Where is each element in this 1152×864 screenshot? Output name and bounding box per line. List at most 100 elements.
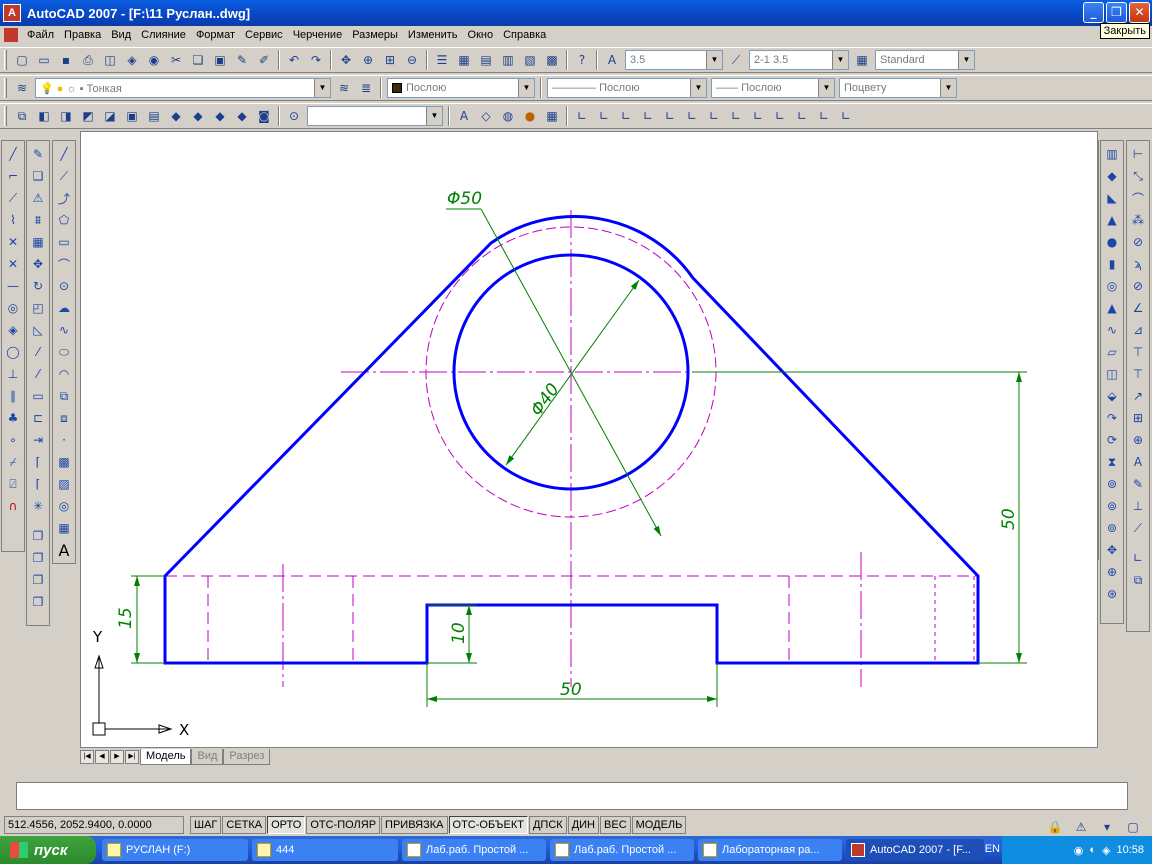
ucs-3point-icon[interactable]: ∟ — [747, 105, 769, 127]
markup-icon[interactable]: ▧ — [519, 49, 541, 71]
tool-palette-icon[interactable]: ▤ — [475, 49, 497, 71]
dim-style-icon[interactable]: ⟋ — [725, 49, 747, 71]
menu-window[interactable]: Окно — [463, 29, 499, 41]
polyline-icon[interactable]: ⌇ — [2, 209, 24, 231]
wedge-icon[interactable]: ◣ — [1101, 187, 1123, 209]
ray-icon[interactable]: ⌐ — [2, 165, 24, 187]
lock-icon[interactable]: 🔒 — [1044, 816, 1066, 838]
dim-radius-icon[interactable]: ⊘ — [1127, 231, 1149, 253]
dim-jogged-icon[interactable]: ϡ — [1127, 253, 1149, 275]
minimize-button[interactable]: _ — [1083, 2, 1104, 23]
extend-icon[interactable]: ⁄ — [27, 363, 49, 385]
menu-dimension[interactable]: Размеры — [347, 29, 403, 41]
gradient-icon[interactable]: ▨ — [53, 473, 75, 495]
tolerance-icon[interactable]: ⊞ — [1127, 407, 1149, 429]
insert-icon[interactable]: ♣ — [2, 407, 24, 429]
redo-icon[interactable]: ↷ — [305, 49, 327, 71]
3drotate-icon[interactable]: ⊕ — [1101, 561, 1123, 583]
dim-style2-icon[interactable]: ⟋ — [1127, 517, 1149, 539]
union2-icon[interactable]: ⊚ — [1101, 473, 1123, 495]
next-tab-button[interactable]: ▶ — [110, 749, 124, 764]
torus-icon[interactable]: ◎ — [1101, 275, 1123, 297]
dim-aligned-icon[interactable]: ⤡ — [1127, 165, 1149, 187]
ucs-small2-icon[interactable]: ⧉ — [1127, 569, 1149, 591]
otrack-toggle[interactable]: ОТС-ОБЪЕКТ — [448, 816, 528, 834]
ucs-origin-icon[interactable]: ∟ — [703, 105, 725, 127]
node-icon[interactable]: ∘ — [2, 429, 24, 451]
command-line[interactable] — [16, 782, 1128, 810]
properties-icon[interactable]: ☰ — [431, 49, 453, 71]
menu-format[interactable]: Формат — [191, 29, 240, 41]
dim-ordinate-icon[interactable]: ⁂ — [1127, 209, 1149, 231]
3dalign-icon[interactable]: ⊛ — [1101, 583, 1123, 605]
toolbar-grip[interactable] — [4, 106, 7, 126]
menu-file[interactable]: Файл — [22, 29, 59, 41]
model-toggle[interactable]: МОДЕЛЬ — [631, 816, 687, 834]
se-iso-icon[interactable]: ◆ — [187, 105, 209, 127]
circle-snap-icon[interactable]: ◎ — [2, 297, 24, 319]
sheet-set-icon[interactable]: ▥ — [497, 49, 519, 71]
osnap-settings-icon[interactable]: ∩ — [2, 495, 24, 517]
trim-icon[interactable]: ⁄ — [27, 341, 49, 363]
cylinder-icon[interactable]: ▮ — [1101, 253, 1123, 275]
tab-view[interactable]: Вид — [191, 748, 224, 765]
ucs-y-icon[interactable]: ∟ — [791, 105, 813, 127]
box-3d-icon[interactable]: ◇ — [475, 105, 497, 127]
polysolid-icon[interactable]: ▥ — [1101, 143, 1123, 165]
camera-icon[interactable]: ◙ — [253, 105, 275, 127]
table-icon[interactable]: ▦ — [53, 517, 75, 539]
make-block-icon[interactable]: ⧈ — [53, 407, 75, 429]
tangent-icon[interactable]: ◈ — [2, 319, 24, 341]
dim-angular-icon[interactable]: ∠ — [1127, 297, 1149, 319]
intersect-icon[interactable]: ✕ — [2, 253, 24, 275]
back-view-icon[interactable]: ▤ — [143, 105, 165, 127]
save-icon[interactable]: ▪ — [55, 49, 77, 71]
loft-icon[interactable]: ⧗ — [1101, 451, 1123, 473]
pan-icon[interactable]: ✥ — [335, 49, 357, 71]
zoom-previous-icon[interactable]: ⊖ — [401, 49, 423, 71]
ne-iso-icon[interactable]: ◆ — [209, 105, 231, 127]
qleader-icon[interactable]: ↗ — [1127, 385, 1149, 407]
copy-object-icon[interactable]: ❏ — [27, 165, 49, 187]
rotate-icon[interactable]: ↻ — [27, 275, 49, 297]
mirror-icon[interactable]: ⚠ — [27, 187, 49, 209]
nw-iso-icon[interactable]: ◆ — [231, 105, 253, 127]
paste-icon[interactable]: ▣ — [209, 49, 231, 71]
start-button[interactable]: пуск — [0, 836, 96, 864]
ucs-zaxis-icon[interactable]: ∟ — [725, 105, 747, 127]
join-icon[interactable]: ⊏ — [27, 407, 49, 429]
layout3-icon[interactable]: ❐ — [27, 569, 49, 591]
task-folder[interactable]: 444 — [252, 839, 398, 861]
offset-icon[interactable]: ⩩ — [27, 209, 49, 231]
help-icon[interactable]: ? — [571, 49, 593, 71]
open-icon[interactable]: ▭ — [33, 49, 55, 71]
clean-screen-icon[interactable]: ▢ — [1122, 816, 1144, 838]
spline-icon[interactable]: ∿ — [53, 319, 75, 341]
layout-icon[interactable]: ❐ — [27, 525, 49, 547]
security-icon[interactable]: ◈ — [1102, 844, 1110, 857]
subtract2-icon[interactable]: ⊚ — [1101, 495, 1123, 517]
table-style-select[interactable]: Standard ▼ — [875, 50, 975, 70]
front-view-icon[interactable]: ▣ — [121, 105, 143, 127]
text-style-select[interactable]: 3.5 ▼ — [625, 50, 723, 70]
intersect2-icon[interactable]: ⊚ — [1101, 517, 1123, 539]
linetype-select[interactable]: ———— Послою ▼ — [547, 78, 707, 98]
color-select[interactable]: Послою ▼ — [387, 78, 535, 98]
tab-section[interactable]: Разрез — [223, 748, 271, 765]
box-icon[interactable]: ◆ — [1101, 165, 1123, 187]
lwt-toggle[interactable]: ВЕС — [600, 816, 631, 834]
language-indicator[interactable]: EN — [985, 843, 1000, 855]
calculator-icon[interactable]: ▩ — [541, 49, 563, 71]
dash-icon[interactable]: — — [2, 275, 24, 297]
dim-arc-icon[interactable]: ⌒ — [1127, 187, 1149, 209]
right-view-icon[interactable]: ◪ — [99, 105, 121, 127]
sweep-icon[interactable]: ↷ — [1101, 407, 1123, 429]
last-tab-button[interactable]: ▶| — [125, 749, 139, 764]
draw-polyline-icon[interactable]: ⤴ — [53, 187, 75, 209]
rectangle-icon[interactable]: ▭ — [53, 231, 75, 253]
network-icon[interactable]: ◉ — [1074, 844, 1084, 857]
polygon-icon[interactable]: ⬠ — [53, 209, 75, 231]
zoom-realtime-icon[interactable]: ⊕ — [357, 49, 379, 71]
dyn-toggle[interactable]: ДИН — [567, 816, 600, 834]
zoom-window-icon[interactable]: ⊞ — [379, 49, 401, 71]
